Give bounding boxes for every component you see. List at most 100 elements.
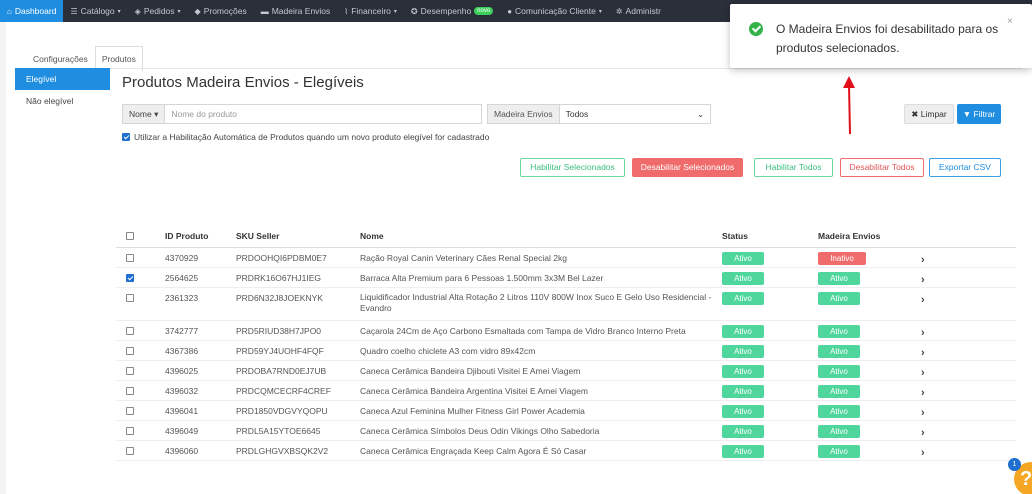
table-row: 4367386 PRD59YJ4UOHF4FQF Quadro coelho chi…	[116, 341, 1016, 361]
row-select-checkbox[interactable]	[126, 274, 134, 282]
row-select-checkbox[interactable]	[126, 387, 134, 395]
row-select-cell	[126, 421, 134, 441]
madeira-envios-cell: Ativo	[818, 441, 860, 461]
row-select-checkbox[interactable]	[126, 347, 134, 355]
nav-item-dashboard[interactable]: ⌂ Dashboard	[0, 0, 64, 22]
nav-item-administr[interactable]: ✲ Administr	[609, 0, 668, 22]
header-nome[interactable]: Nome	[360, 224, 715, 248]
toast-close-icon[interactable]: ×	[1007, 16, 1013, 27]
disable-selected-button[interactable]: Desabilitar Selecionados	[632, 158, 743, 177]
header-madeira-envios[interactable]: Madeira Envios	[818, 224, 880, 248]
enable-selected-button[interactable]: Habilitar Selecionados	[520, 158, 625, 177]
row-select-checkbox[interactable]	[126, 327, 134, 335]
status-cell: Ativo	[722, 441, 764, 461]
chevron-right-icon[interactable]: ›	[921, 250, 925, 270]
nav-item-madeira-envios[interactable]: ▬ Madeira Envios	[254, 0, 338, 22]
chevron-right-icon[interactable]: ›	[921, 423, 925, 443]
auto-enable-checkbox-box[interactable]	[122, 133, 130, 141]
clear-button[interactable]: ✖ Limpar	[904, 104, 954, 124]
status-badge: Ativo	[722, 272, 764, 286]
chevron-right-icon[interactable]: ›	[921, 403, 925, 423]
caret-down-icon: ▾	[117, 8, 121, 15]
chevron-right-icon[interactable]: ›	[921, 270, 925, 290]
clear-button-label: Limpar	[920, 109, 947, 119]
madeira-envios-cell: Ativo	[818, 401, 860, 421]
menu-item-nao-elegivel[interactable]: Não elegível	[15, 90, 110, 112]
status-cell: Ativo	[722, 381, 764, 401]
product-id: 4370929	[165, 253, 199, 263]
filter-button[interactable]: ▼ Filtrar	[957, 104, 1001, 124]
product-name: Liquidificador Industrial Alta Rotação 2…	[360, 292, 712, 313]
header-id-produto[interactable]: ID Produto	[165, 224, 208, 248]
menu-item-elegivel[interactable]: Elegível	[15, 68, 110, 90]
product-sku: PRDRK16O67HJ1IEG	[236, 273, 322, 283]
row-select-checkbox[interactable]	[126, 447, 134, 455]
chat-icon: ●	[507, 6, 513, 16]
header-sku-seller[interactable]: SKU Seller	[236, 224, 279, 248]
row-select-checkbox[interactable]	[126, 407, 134, 415]
chevron-right-icon[interactable]: ›	[921, 343, 925, 363]
madeira-envios-select[interactable]: Todos ⌄	[560, 105, 710, 123]
madeira-envios-cell: Ativo	[818, 361, 860, 381]
auto-enable-checkbox[interactable]: Utilizar a Habilitação Automática de Pro…	[122, 132, 489, 142]
madeira-envios-cell: Ativo	[818, 341, 860, 361]
nav-item-desempenho[interactable]: ✪ Desempenho novo	[404, 0, 500, 22]
table-row: 4396041 PRD1850VDGVYQOPU Caneca Azul Femin…	[116, 401, 1016, 421]
product-name: Caneca Azul Feminina Mulher Fitness Girl…	[360, 406, 585, 416]
nav-item-cat-logo[interactable]: ☰ Catálogo ▾	[63, 0, 127, 22]
header-status[interactable]: Status	[722, 224, 748, 248]
madeira-envios-badge: Inativo	[818, 252, 866, 266]
nav-item-pedidos[interactable]: ◈ Pedidos ▾	[128, 0, 188, 22]
product-name: Barraca Alta Premium para 6 Pessoas 1.50…	[360, 273, 604, 283]
nav-item-financeiro[interactable]: ⌇ Financeiro ▾	[337, 0, 404, 22]
row-select-checkbox[interactable]	[126, 367, 134, 375]
row-select-cell	[126, 248, 134, 268]
gauge-icon: ✪	[410, 6, 418, 16]
product-id: 4396060	[165, 446, 199, 456]
auto-enable-checkbox-label: Utilizar a Habilitação Automática de Pro…	[134, 132, 490, 142]
select-all-checkbox[interactable]	[126, 232, 134, 240]
name-filter-group: Nome ▾	[122, 104, 482, 124]
nav-item-promo-es[interactable]: ◆ Promoções	[188, 0, 254, 22]
select-all-cell	[126, 224, 134, 248]
table-row: 4396025 PRDOBA7RND0EJ7UB Caneca Cerâmica B…	[116, 361, 1016, 381]
caret-down-icon: ▾	[393, 8, 397, 15]
product-id: 4396032	[165, 386, 199, 396]
nav-item-label: Financeiro	[351, 6, 391, 16]
success-toast: O Madeira Envios foi desabilitado para o…	[730, 4, 1032, 68]
nav-item-comunica-o-cliente[interactable]: ● Comunicação Cliente ▾	[500, 0, 609, 22]
row-select-cell	[126, 268, 134, 288]
chevron-right-icon[interactable]: ›	[921, 363, 925, 383]
status-cell: Ativo	[722, 321, 764, 341]
caret-down-icon: ▾	[177, 8, 181, 15]
product-id: 4396041	[165, 406, 199, 416]
chevron-right-icon[interactable]: ›	[921, 443, 925, 463]
row-select-checkbox[interactable]	[126, 427, 134, 435]
madeira-envios-badge: Ativo	[818, 365, 860, 379]
layers-icon: ◈	[134, 6, 141, 16]
row-select-cell	[126, 288, 134, 308]
enable-all-button[interactable]: Habilitar Todos	[754, 158, 833, 177]
madeira-envios-badge: Ativo	[818, 325, 860, 339]
export-csv-button[interactable]: Exportar CSV	[929, 158, 1001, 177]
nav-item-label: Dashboard	[14, 6, 57, 16]
product-sku: PRDLGHGVXBSQK2V2	[236, 446, 329, 456]
name-filter-dropdown[interactable]: Nome ▾	[123, 105, 166, 123]
row-select-checkbox[interactable]	[126, 254, 134, 262]
row-select-checkbox[interactable]	[126, 294, 134, 302]
page-title: Produtos Madeira Envios - Elegíveis	[122, 74, 364, 91]
name-filter-label: Nome	[129, 109, 152, 119]
nav-item-label: Madeira Envios	[271, 6, 331, 16]
chevron-right-icon[interactable]: ›	[921, 383, 925, 403]
left-menu: Elegível Não elegível	[15, 68, 110, 112]
disable-all-button[interactable]: Desabilitar Todos	[840, 158, 924, 177]
status-badge: Ativo	[722, 385, 764, 399]
nav-item-label: Catálogo	[80, 6, 115, 16]
chevron-right-icon[interactable]: ›	[921, 323, 925, 343]
product-name-input[interactable]	[165, 105, 481, 123]
chevron-right-icon[interactable]: ›	[921, 290, 925, 310]
status-badge: Ativo	[722, 445, 764, 459]
gear-icon: ✲	[615, 6, 623, 16]
product-sku: PRD59YJ4UOHF4FQF	[236, 346, 324, 356]
madeira-envios-cell: Ativo	[818, 268, 860, 288]
